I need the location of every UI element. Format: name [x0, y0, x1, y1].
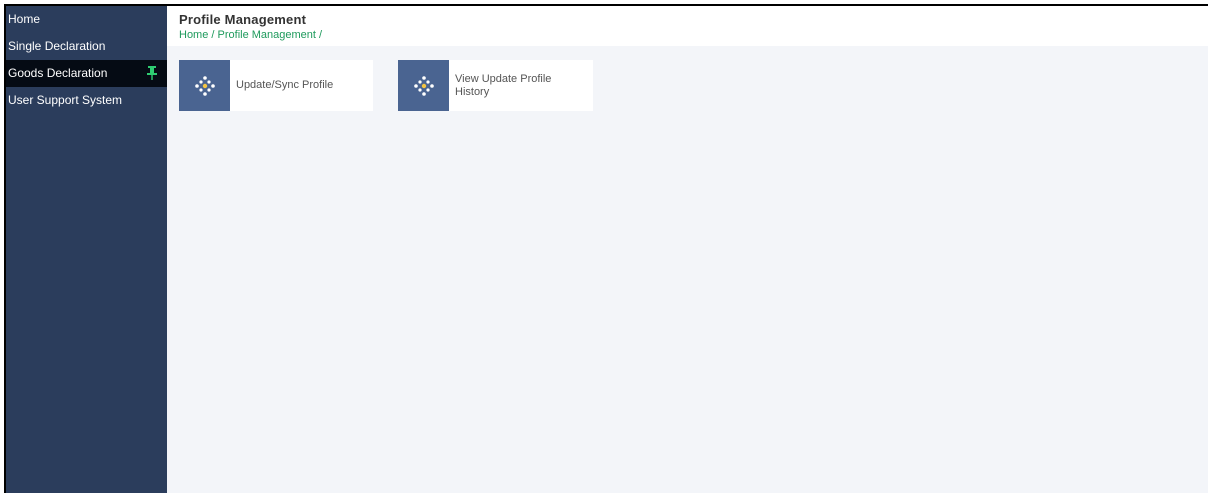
diamond-dots-icon — [413, 75, 434, 96]
tile-label-line2: History — [455, 85, 490, 98]
sidebar: Home Single Declaration Goods Declaratio… — [6, 6, 167, 493]
sidebar-item-user-support-system[interactable]: User Support System — [6, 87, 167, 114]
page-header: Profile Management Home / Profile Manage… — [167, 6, 1208, 46]
breadcrumb-separator: / — [208, 29, 218, 41]
tile-label-text: Update/Sync Profile — [236, 79, 334, 91]
diamond-dots-icon — [194, 75, 215, 96]
pin-icon[interactable] — [147, 66, 157, 80]
app-frame: Home Single Declaration Goods Declaratio… — [4, 4, 1208, 493]
sidebar-item-label: User Support System — [8, 93, 123, 107]
tile-icon-box — [179, 60, 230, 111]
view-update-profile-history-tile[interactable]: View Update Profile History — [398, 60, 593, 111]
tile-label: Update/Sync Profile — [230, 79, 341, 92]
breadcrumb: Home / Profile Management / — [179, 29, 1208, 41]
update-sync-profile-tile[interactable]: Update/Sync Profile — [179, 60, 373, 111]
sidebar-item-home[interactable]: Home — [6, 6, 167, 33]
main-content: Update/Sync Profile View Update Profile … — [167, 46, 1208, 493]
breadcrumb-current-link[interactable]: Profile Management — [218, 29, 316, 41]
breadcrumb-separator: / — [315, 29, 323, 41]
page-title: Profile Management — [179, 12, 307, 27]
breadcrumb-home-link[interactable]: Home — [179, 29, 208, 41]
sidebar-item-single-declaration[interactable]: Single Declaration — [6, 33, 167, 60]
tile-icon-box — [398, 60, 449, 111]
sidebar-item-label: Goods Declaration — [8, 66, 108, 80]
tile-label-line1: View Update Profile — [455, 72, 552, 85]
sidebar-item-label: Single Declaration — [8, 39, 106, 53]
tile-label: View Update Profile History — [449, 73, 559, 99]
sidebar-item-goods-declaration[interactable]: Goods Declaration — [6, 60, 167, 87]
sidebar-item-label: Home — [8, 12, 41, 26]
